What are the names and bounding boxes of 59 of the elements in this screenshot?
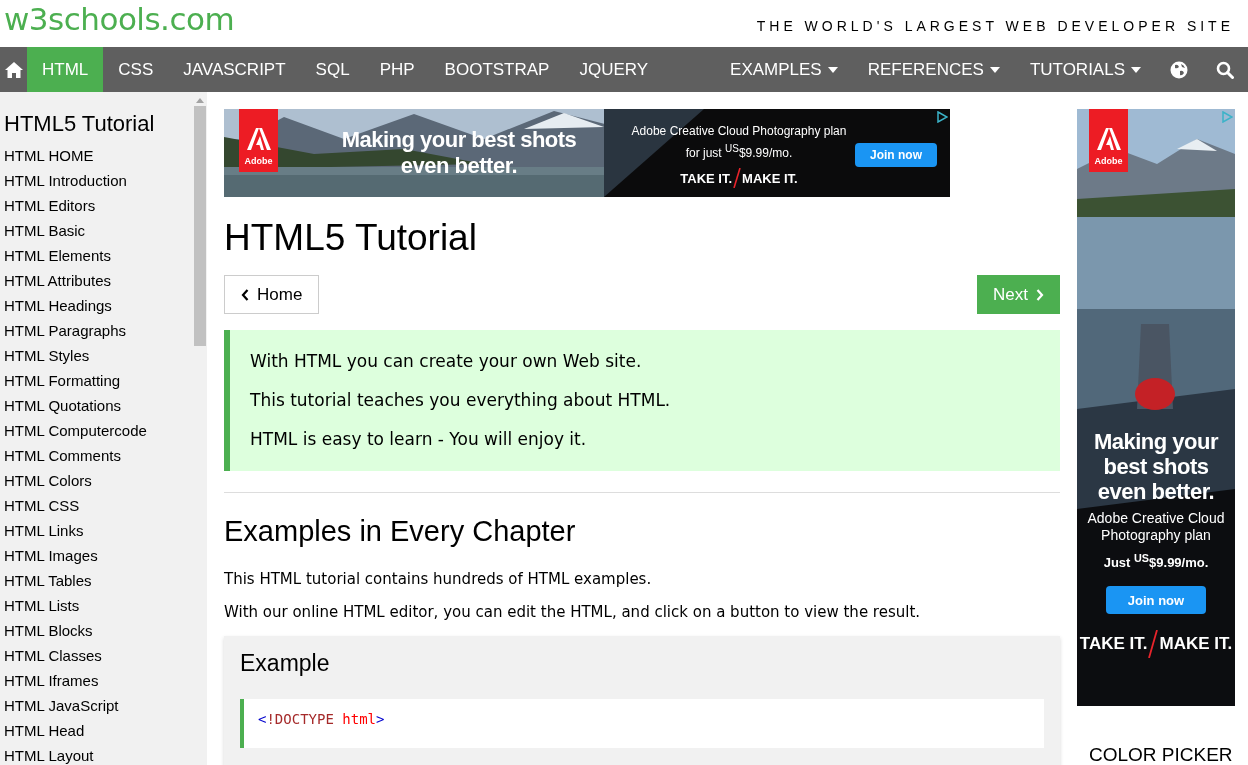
slogan-text: MAKE IT. — [742, 170, 798, 186]
sidebar-link[interactable]: HTML Colors — [4, 468, 193, 493]
sidebar-link[interactable]: HTML Styles — [4, 343, 193, 368]
code-line: <!DOCTYPE html> — [258, 711, 385, 727]
slogan-text: MAKE IT. — [1159, 634, 1233, 655]
sidebar-link[interactable]: HTML Formatting — [4, 368, 193, 393]
nav-dropdown[interactable]: EXAMPLES — [715, 47, 853, 92]
sidebar-link[interactable]: HTML Paragraphs — [4, 318, 193, 343]
sidebar-title: HTML5 Tutorial — [4, 111, 156, 137]
previous-button[interactable]: Home — [224, 275, 320, 314]
sidebar-link[interactable]: HTML Headings — [4, 293, 193, 318]
sidebar-link[interactable]: HTML HOME — [4, 143, 193, 168]
paragraph: This HTML tutorial contains hundreds of HTML examples. — [224, 570, 653, 588]
sidebar-link[interactable]: HTML Computercode — [4, 418, 193, 443]
slogan-text: TAKE IT. — [680, 170, 733, 186]
sidebar-link[interactable]: HTML Classes — [4, 643, 193, 668]
note-text: HTML is easy to learn - You will enjoy it. — [250, 429, 588, 449]
paragraph: With our online HTML editor, you can edit the HTML, and click on a button to view the result. — [224, 603, 922, 621]
sidebar-link[interactable]: HTML Tables — [4, 568, 193, 593]
ad-offer: Adobe Creative Cloud Photography plan for just $^{US}$$9.99/mo. — [630, 123, 848, 162]
site-tagline: THE WORLD'S LARGEST WEB DEVELOPER SITE — [756, 17, 1234, 34]
page-title: HTML5 Tutorial — [224, 217, 478, 259]
sidebar-link[interactable]: HTML Comments — [4, 443, 193, 468]
slogan-text: TAKE IT. — [1079, 634, 1148, 655]
sidebar-link[interactable]: HTML Head — [4, 718, 193, 743]
section-heading: Examples in Every Chapter — [224, 515, 577, 548]
nav-dropdown[interactable]: TUTORIALS — [1014, 47, 1156, 92]
nav-link[interactable]: JQUERY — [564, 47, 664, 92]
sidebar-link[interactable]: HTML Links — [4, 518, 193, 543]
sidebar-link[interactable]: HTML Layout — [4, 743, 193, 765]
example-heading: Example — [240, 650, 331, 677]
sidebar-link[interactable]: HTML Lists — [4, 593, 193, 618]
sidebar-link[interactable]: HTML Attributes — [4, 268, 193, 293]
color-picker-heading: COLOR PICKER — [1089, 744, 1234, 765]
nav-link[interactable]: PHP — [364, 47, 430, 92]
ad-headline: Making your best shots even better. — [1092, 429, 1220, 504]
nav-link[interactable]: SQL — [300, 47, 365, 92]
sidebar-link[interactable]: HTML Iframes — [4, 668, 193, 693]
sidebar-link[interactable]: HTML Introduction — [4, 168, 193, 193]
ad-headline: Making your best shots even better. — [340, 127, 578, 179]
banner-ad[interactable]: Adobe Making your best shots even better. Adobe Creative Cloud Photography plan for just $^{US}$$9.99/mo. TAKE IT. MAKE IT. Join now — [224, 109, 950, 197]
sidebar-link[interactable]: HTML Editors — [4, 193, 193, 218]
nav-link[interactable]: JAVASCRIPT — [168, 47, 301, 92]
sidebar-link[interactable]: HTML CSS — [4, 493, 193, 518]
adobe-wordmark: Adobe — [244, 156, 273, 166]
sidebar-link[interactable]: HTML Blocks — [4, 618, 193, 643]
sidebar-link[interactable]: HTML JavaScript — [4, 693, 193, 718]
note-text: This tutorial teaches you everything about HTML. — [250, 390, 672, 410]
ad-product: Adobe Creative Cloud Photography plan — [1086, 510, 1226, 544]
nav-dropdown[interactable]: REFERENCES — [852, 47, 1015, 92]
sidebar-link[interactable]: HTML Elements — [4, 243, 193, 268]
nav-link[interactable]: CSS — [103, 47, 169, 92]
ad-price: Just $^{US}$$9.99/mo. — [1103, 552, 1209, 571]
sidebar-link[interactable]: HTML Basic — [4, 218, 193, 243]
sidebar-link[interactable]: HTML Quotations — [4, 393, 193, 418]
sidebar-link[interactable]: HTML Images — [4, 543, 193, 568]
adobe-wordmark: Adobe — [1094, 156, 1123, 166]
nav-link[interactable]: BOOTSTRAP — [429, 47, 565, 92]
note-text: With HTML you can create your own Web site. — [250, 351, 643, 371]
